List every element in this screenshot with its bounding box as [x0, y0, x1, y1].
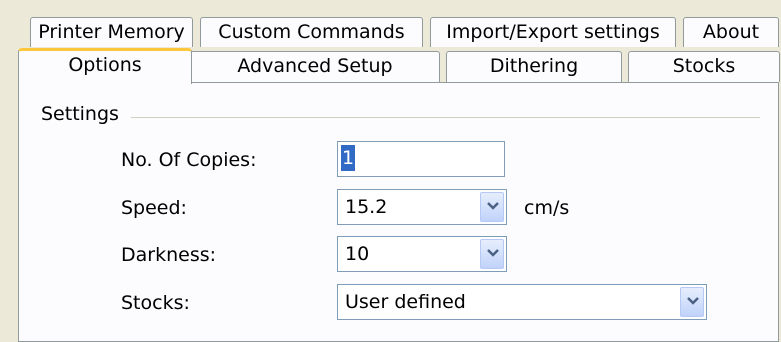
tab-about[interactable]: About — [683, 17, 779, 47]
stocks-label: Stocks: — [121, 292, 190, 314]
settings-group-divider — [131, 117, 760, 118]
copies-input[interactable]: 1 — [337, 141, 505, 177]
tab-options[interactable]: Options — [18, 48, 192, 84]
tab-dithering[interactable]: Dithering — [446, 51, 622, 82]
speed-dropdown[interactable]: 15.2 — [337, 189, 507, 225]
tab-stocks[interactable]: Stocks — [628, 51, 780, 82]
chevron-down-icon[interactable] — [480, 192, 504, 222]
stocks-value: User defined — [345, 291, 466, 313]
stocks-dropdown[interactable]: User defined — [337, 284, 707, 320]
tab-advanced-setup[interactable]: Advanced Setup — [190, 51, 440, 82]
copies-label: No. Of Copies: — [121, 149, 257, 171]
darkness-dropdown[interactable]: 10 — [337, 236, 507, 272]
darkness-label: Darkness: — [121, 244, 217, 266]
settings-group-label: Settings — [41, 103, 127, 125]
chevron-down-icon[interactable] — [480, 239, 504, 269]
speed-label: Speed: — [121, 197, 187, 219]
speed-value: 15.2 — [345, 196, 388, 218]
copies-value: 1 — [341, 145, 356, 171]
tab-custom-commands[interactable]: Custom Commands — [200, 17, 423, 47]
chevron-down-icon[interactable] — [680, 287, 704, 317]
tab-import-export-settings[interactable]: Import/Export settings — [430, 17, 676, 47]
options-panel: Settings No. Of Copies: 1 Speed: 15.2 cm… — [18, 82, 779, 342]
darkness-value: 10 — [345, 243, 370, 265]
tab-printer-memory[interactable]: Printer Memory — [30, 17, 193, 47]
speed-unit: cm/s — [524, 197, 570, 219]
